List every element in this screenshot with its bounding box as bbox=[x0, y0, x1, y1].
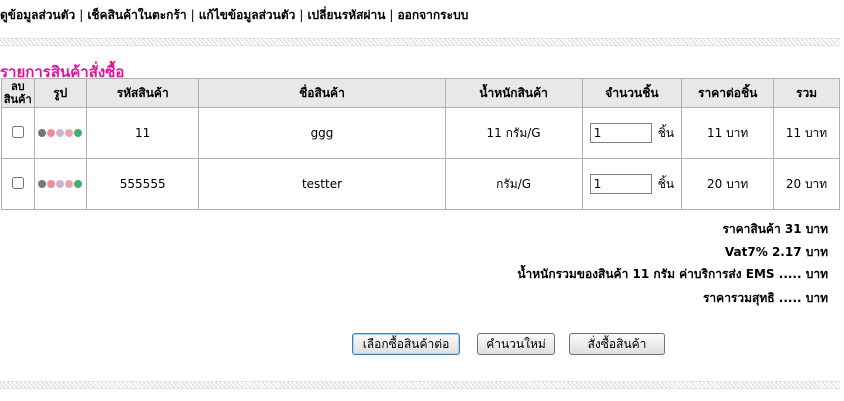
nav-check-cart[interactable]: เช็คสินค้าในตะกร้า bbox=[87, 8, 186, 22]
nav-separator: | bbox=[389, 8, 394, 22]
color-dot bbox=[65, 180, 74, 188]
color-dot bbox=[38, 180, 47, 188]
nav-edit-profile[interactable]: แก้ไขข้อมูลส่วนตัว bbox=[199, 8, 296, 22]
cell-delete bbox=[1, 107, 35, 159]
quantity-input[interactable] bbox=[589, 123, 652, 143]
cell-unit-price: 20 บาท bbox=[681, 158, 775, 210]
cell-name: testter bbox=[198, 158, 446, 210]
cell-code: 555555 bbox=[85, 158, 200, 210]
cell-image bbox=[33, 107, 87, 159]
header-total: รวม bbox=[773, 78, 840, 108]
product-image-icon bbox=[38, 129, 83, 137]
divider-hatch-bottom bbox=[0, 381, 840, 389]
cell-code: 11 bbox=[85, 107, 200, 159]
quantity-unit: ชิ้น bbox=[657, 125, 675, 140]
cell-total: 20 บาท bbox=[773, 158, 840, 210]
cell-quantity: ชิ้น bbox=[581, 158, 683, 210]
cell-quantity: ชิ้น bbox=[581, 107, 683, 159]
cell-name: ggg bbox=[198, 107, 446, 159]
header-quantity: จำนวนชิ้น bbox=[581, 78, 683, 108]
header-delete-line2: สินค้า bbox=[3, 93, 32, 106]
nav-separator: | bbox=[79, 8, 84, 22]
header-weight: น้ำหนักสินค้า bbox=[444, 78, 583, 108]
nav-view-profile[interactable]: ดูข้อมูลส่วนตัว bbox=[0, 8, 75, 22]
color-dot bbox=[47, 129, 56, 137]
cell-unit-price: 11 บาท bbox=[681, 107, 775, 159]
page: ดูข้อมูลส่วนตัว | เช็คสินค้าในตะกร้า | แก้ไข… bbox=[0, 0, 844, 401]
summary-product-price: ราคาสินค้า 31 บาท bbox=[722, 222, 828, 236]
cell-image bbox=[33, 158, 87, 210]
header-unit-price: ราคาต่อชิ้น bbox=[681, 78, 775, 108]
nav-separator: | bbox=[190, 8, 195, 22]
header-image: รูป bbox=[33, 78, 87, 108]
cell-delete bbox=[1, 158, 35, 210]
table-header-row: ลบ สินค้า รูป รหัสสินค้า ชื่อสินค้า น้ำหน… bbox=[1, 78, 840, 108]
cell-weight: กรัม/G bbox=[444, 158, 583, 210]
cell-total: 11 บาท bbox=[773, 107, 840, 159]
continue-shopping-button[interactable]: เลือกซื้อสินค้าต่อ bbox=[352, 333, 460, 355]
color-dot bbox=[65, 129, 74, 137]
summary-vat: Vat7% 2.17 บาท bbox=[724, 245, 828, 259]
quantity-input[interactable] bbox=[589, 174, 652, 194]
color-dot bbox=[56, 180, 65, 188]
divider-hatch-top bbox=[0, 38, 840, 46]
table-row: 555555 testter กรัม/G ชิ้น 20 บาท 20 บาท bbox=[1, 158, 840, 210]
header-name: ชื่อสินค้า bbox=[198, 78, 446, 108]
color-dot bbox=[74, 129, 83, 137]
header-delete-line1: ลบ bbox=[10, 80, 25, 93]
color-dot bbox=[38, 129, 47, 137]
color-dot bbox=[47, 180, 56, 188]
delete-checkbox[interactable] bbox=[11, 176, 24, 189]
product-image-icon bbox=[38, 180, 83, 188]
color-dot bbox=[74, 180, 83, 188]
cart-table: ลบ สินค้า รูป รหัสสินค้า ชื่อสินค้า น้ำหน… bbox=[1, 78, 840, 210]
summary-shipping: น้ำหนักรวมของสินค้า 11 กรัม ค่าบริการส่ง… bbox=[517, 267, 828, 281]
nav-separator: | bbox=[299, 8, 304, 22]
nav-change-password[interactable]: เปลี่ยนรหัสผ่าน bbox=[307, 8, 385, 22]
table-row: 11 ggg 11 กรัม/G ชิ้น 11 บาท 11 บาท bbox=[1, 107, 840, 159]
delete-checkbox[interactable] bbox=[11, 125, 24, 138]
header-code: รหัสสินค้า bbox=[85, 78, 200, 108]
nav-logout[interactable]: ออกจากระบบ bbox=[397, 8, 468, 22]
recalculate-button[interactable]: คำนวนใหม่ bbox=[477, 333, 555, 355]
order-button[interactable]: สั่งซื้อสินค้า bbox=[569, 333, 665, 355]
summary-net-total: ราคารวมสุทธิ ..... บาท bbox=[702, 291, 828, 305]
color-dot bbox=[56, 129, 65, 137]
cell-weight: 11 กรัม/G bbox=[444, 107, 583, 159]
quantity-unit: ชิ้น bbox=[657, 176, 675, 191]
top-navigation: ดูข้อมูลส่วนตัว | เช็คสินค้าในตะกร้า | แก้ไข… bbox=[0, 6, 468, 25]
header-delete: ลบ สินค้า bbox=[1, 78, 35, 108]
